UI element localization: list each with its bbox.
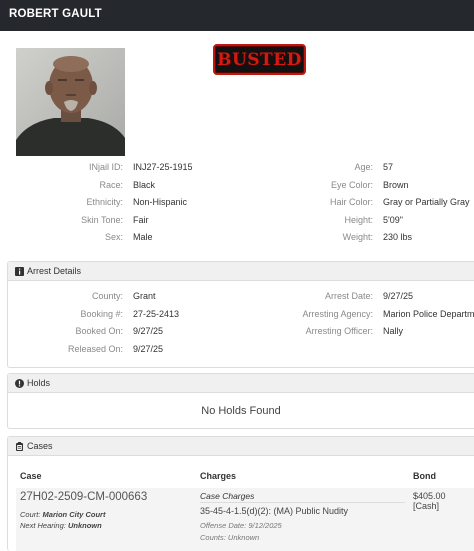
- clipboard-icon: [16, 442, 23, 451]
- busted-text: BUSTED: [217, 49, 302, 70]
- value-county: Grant: [133, 291, 156, 301]
- info-icon: [15, 267, 24, 276]
- label-arresting-agency: Arresting Agency:: [302, 309, 373, 319]
- charge-counts: Counts: Unknown: [200, 533, 260, 542]
- label-injail-id: INjail ID:: [88, 162, 123, 172]
- no-holds-message: No Holds Found: [201, 405, 281, 417]
- label-booking-number: Booking #:: [80, 309, 123, 319]
- case-next-hearing: Next Hearing: Unknown: [20, 521, 102, 530]
- exclamation-icon: [15, 379, 24, 388]
- label-arrest-date: Arrest Date:: [324, 291, 373, 301]
- label-hair-color: Hair Color:: [329, 197, 373, 207]
- label-race: Race:: [99, 180, 123, 190]
- value-sex: Male: [133, 232, 153, 242]
- cases-title: Cases: [27, 441, 53, 451]
- busted-badge: BUSTED: [213, 44, 306, 75]
- value-booking-number: 27-25-2413: [133, 309, 180, 319]
- next-hearing-value: Unknown: [67, 521, 102, 530]
- value-arrest-date: 9/27/25: [383, 291, 414, 301]
- col-header-bond: Bond: [413, 471, 436, 481]
- charges-divider: [200, 502, 405, 503]
- arrest-details-title: Arrest Details: [27, 266, 82, 276]
- label-skin-tone: Skin Tone:: [81, 215, 123, 225]
- value-age: 57: [383, 162, 394, 172]
- arrest-details-header: Arrest Details: [8, 262, 474, 281]
- value-hair-color: Gray or Partially Gray: [383, 197, 470, 207]
- label-arresting-officer: Arresting Officer:: [305, 326, 373, 336]
- next-hearing-label: Next Hearing:: [20, 521, 66, 530]
- label-released-on: Released On:: [67, 344, 123, 354]
- inmate-name: ROBERT GAULT: [9, 8, 102, 20]
- court-label: Court:: [20, 510, 41, 519]
- label-county: County:: [91, 291, 123, 301]
- value-race: Black: [133, 180, 156, 190]
- label-age: Age:: [354, 162, 373, 172]
- charge-offense-date: Offense Date: 9/12/2025: [200, 521, 282, 530]
- holds-panel: Holds No Holds Found: [7, 373, 474, 429]
- value-released-on: 9/27/25: [133, 344, 164, 354]
- court-value: Marion City Court: [42, 510, 106, 519]
- label-ethnicity: Ethnicity:: [86, 197, 123, 207]
- value-weight: 230 lbs: [383, 232, 413, 242]
- value-height: 5'09": [383, 215, 403, 225]
- value-booked-on: 9/27/25: [133, 326, 164, 336]
- holds-header: Holds: [8, 374, 474, 393]
- value-arresting-officer: Nally: [383, 326, 404, 336]
- charge-description: 35-45-4-1.5(d)(2): (MA) Public Nudity: [200, 506, 349, 516]
- label-booked-on: Booked On:: [75, 326, 123, 336]
- label-sex: Sex:: [104, 232, 123, 242]
- label-eye-color: Eye Color:: [330, 180, 373, 190]
- bond-amount: $405.00 [Cash]: [413, 491, 446, 511]
- holds-title: Holds: [27, 378, 51, 388]
- label-height: Height:: [344, 215, 373, 225]
- label-weight: Weight:: [342, 232, 373, 242]
- value-ethnicity: Non-Hispanic: [133, 197, 188, 207]
- case-charges-title: Case Charges: [200, 491, 255, 501]
- header-bar: ROBERT GAULT: [0, 0, 474, 31]
- col-header-charges: Charges: [200, 471, 237, 481]
- case-court: Court: Marion City Court: [20, 510, 105, 519]
- mugshot-photo: [16, 48, 125, 156]
- case-number[interactable]: 27H02-2509-CM-000663: [20, 491, 147, 503]
- value-skin-tone: Fair: [133, 215, 149, 225]
- value-eye-color: Brown: [383, 180, 409, 190]
- cases-header: Cases: [8, 437, 474, 456]
- value-arresting-agency: Marion Police Departm: [383, 309, 474, 319]
- value-injail-id: INJ27-25-1915: [133, 162, 193, 172]
- col-header-case: Case: [20, 471, 42, 481]
